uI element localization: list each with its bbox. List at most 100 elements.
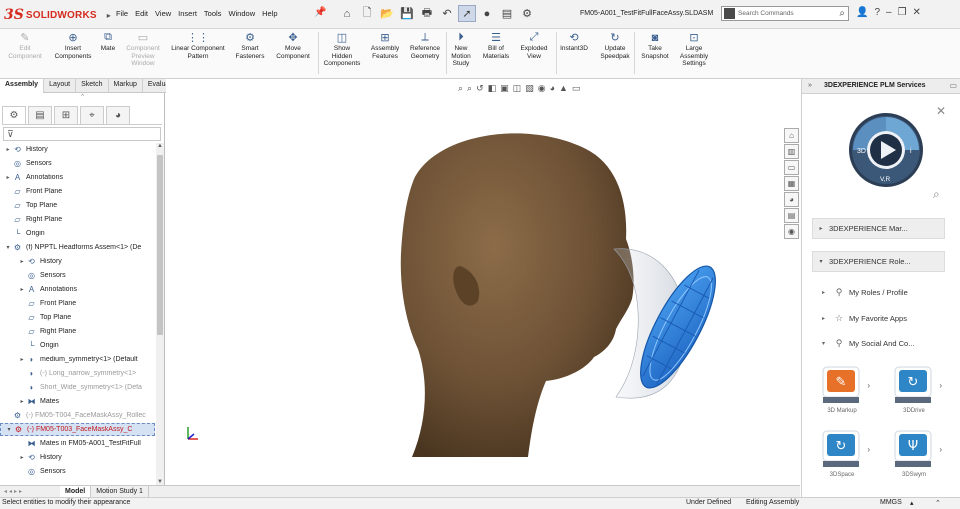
scroll-up-icon[interactable]: ▲ bbox=[156, 143, 164, 149]
zoom-to-area-icon[interactable]: ⌕ bbox=[467, 83, 472, 94]
taskpane-section-1[interactable]: ▾ 3DEXPERIENCE Role... bbox=[812, 251, 945, 272]
bottom-tab-1[interactable]: Motion Study 1 bbox=[91, 485, 149, 498]
ribbon-button-10[interactable]: ⏵ New Motion Study bbox=[448, 31, 474, 68]
hide-show-items-icon[interactable]: ◉ bbox=[538, 83, 546, 94]
select-pointer-icon[interactable]: ➚ bbox=[458, 5, 476, 22]
undo-icon[interactable]: ↶ bbox=[438, 5, 456, 22]
tab-2[interactable]: Sketch bbox=[76, 79, 109, 93]
ribbon-button-15[interactable]: ◙ Take Snapshot bbox=[638, 31, 672, 60]
close-icon[interactable]: ✕ bbox=[913, 7, 921, 18]
tree-item[interactable]: ▱ Front Plane bbox=[0, 297, 155, 310]
ribbon-button-6[interactable]: ✥ Move Component bbox=[270, 31, 316, 60]
logo-arrow-icon[interactable]: ▸ bbox=[107, 11, 111, 20]
print-icon[interactable]: 🖶 bbox=[418, 5, 436, 22]
pin-taskpane-icon[interactable]: ▭ bbox=[949, 81, 957, 90]
apply-scene-icon[interactable]: ▲ bbox=[559, 83, 568, 94]
search-commands[interactable]: Search Commands ⌕ bbox=[721, 6, 849, 21]
property-manager-tab-icon[interactable]: ▤ bbox=[28, 106, 52, 124]
tree-item[interactable]: ▱ Top Plane bbox=[0, 199, 155, 212]
tree-item[interactable]: ◎ Sensors bbox=[0, 465, 155, 478]
ribbon-button-11[interactable]: ☰ Bill of Materials bbox=[480, 31, 512, 60]
tree-item[interactable]: ◗ Short_Wide_symmetry<1> (Defa bbox=[0, 381, 155, 394]
new-document-icon[interactable]: 🗋 bbox=[358, 5, 376, 22]
bottom-tab-0[interactable]: Model bbox=[60, 485, 92, 498]
open-icon[interactable]: 📂 bbox=[378, 5, 396, 22]
view-palette-icon[interactable]: ▦ bbox=[784, 176, 799, 191]
view-settings-icon[interactable]: ▭ bbox=[572, 83, 581, 94]
section-toggle-icon[interactable]: ▸ bbox=[813, 225, 829, 232]
file-properties-icon[interactable]: ▤ bbox=[498, 5, 516, 22]
expand-toggle-icon[interactable]: ▸ bbox=[18, 454, 26, 461]
app-tile-2[interactable]: ↻ 3DSpace › bbox=[820, 429, 870, 478]
tree-item[interactable]: ▸ ◗ medium_symmetry<1> (Default bbox=[0, 353, 155, 366]
tree-item[interactable]: ▸ A Annotations bbox=[0, 283, 155, 296]
collapse-chevron-icon[interactable]: » bbox=[808, 82, 812, 89]
tree-item[interactable]: ◎ Sensors bbox=[0, 157, 155, 170]
restore-icon[interactable]: ❐ bbox=[898, 7, 907, 18]
tree-item[interactable]: ▸ ⧓ Mates bbox=[0, 395, 155, 408]
tab-0[interactable]: Assembly bbox=[0, 79, 45, 93]
ribbon-button-7[interactable]: ◫ Show Hidden Components bbox=[320, 31, 364, 68]
design-library-icon[interactable]: ▥ bbox=[784, 144, 799, 159]
item-toggle-icon[interactable]: ▸ bbox=[822, 289, 832, 296]
feature-tree-tab-icon[interactable]: ⚙ bbox=[2, 106, 26, 124]
ribbon-button-4[interactable]: ⋮⋮ Linear Component Pattern bbox=[166, 31, 230, 60]
expand-toggle-icon[interactable]: ▸ bbox=[18, 398, 26, 405]
menu-item-4[interactable]: Tools bbox=[204, 9, 229, 18]
ribbon-button-5[interactable]: ⚙ Smart Fasteners bbox=[232, 31, 268, 60]
tree-item[interactable]: ▱ Right Plane bbox=[0, 213, 155, 226]
app-tile-0[interactable]: ✎ 3D Markup › bbox=[820, 365, 870, 414]
app-tile-1[interactable]: ↻ 3DDrive › bbox=[892, 365, 942, 414]
app-tile-3[interactable]: Ψ 3DSwym › bbox=[892, 429, 942, 478]
tree-item[interactable]: ▱ Front Plane bbox=[0, 185, 155, 198]
home-icon[interactable]: ⌂ bbox=[338, 5, 356, 22]
expand-toggle-icon[interactable]: ▾ bbox=[4, 244, 12, 251]
tree-item[interactable]: ◎ Sensors bbox=[0, 269, 155, 282]
tab-1[interactable]: Layout bbox=[44, 79, 77, 93]
edit-appearance-icon[interactable]: ◕ bbox=[550, 83, 555, 94]
display-style-icon[interactable]: ▧ bbox=[525, 83, 534, 94]
search-icon[interactable]: ⌕ bbox=[839, 8, 845, 19]
menu-item-2[interactable]: View bbox=[155, 9, 178, 18]
units-selector[interactable]: MMGS bbox=[880, 499, 902, 506]
tree-item[interactable]: ⧓ Mates in FM05-A001_TestFitFull bbox=[0, 437, 155, 450]
expand-toggle-icon[interactable]: ▸ bbox=[18, 286, 26, 293]
status-customize-icon[interactable]: ▴ bbox=[910, 499, 914, 507]
appearances-icon[interactable]: ◕ bbox=[784, 192, 799, 207]
item-toggle-icon[interactable]: ▸ bbox=[822, 315, 832, 322]
close-icon[interactable]: ✕ bbox=[936, 104, 946, 118]
tree-item[interactable]: ⚙ (-) FM05-T004_FaceMaskAssy_Rollec bbox=[0, 409, 155, 422]
ribbon-button-2[interactable]: ⧉ Mate bbox=[96, 31, 120, 53]
menu-item-1[interactable]: Edit bbox=[135, 9, 155, 18]
dimxpert-tab-icon[interactable]: ⌖ bbox=[80, 106, 104, 124]
tree-scrollbar[interactable]: ▲ ▼ bbox=[156, 143, 164, 485]
minimize-icon[interactable]: – bbox=[886, 7, 892, 18]
file-explorer-icon[interactable]: ▭ bbox=[784, 160, 799, 175]
expand-toggle-icon[interactable]: ▸ bbox=[4, 146, 12, 153]
previous-view-icon[interactable]: ↺ bbox=[476, 83, 484, 94]
tree-item[interactable]: ▱ Right Plane bbox=[0, 325, 155, 338]
app-more-icon[interactable]: › bbox=[939, 445, 942, 454]
expand-toggle-icon[interactable]: ▸ bbox=[18, 356, 26, 363]
view-orientation-icon[interactable]: ◫ bbox=[513, 83, 522, 94]
tree-filter[interactable]: ⊽ bbox=[3, 127, 161, 141]
ribbon-button-1[interactable]: ⊕ Insert Components bbox=[52, 31, 94, 60]
tree-item[interactable]: ◗ (-) Long_narrow_symmetry<1> bbox=[0, 367, 155, 380]
user-icon[interactable]: 👤 bbox=[856, 7, 868, 18]
tree-item[interactable]: ▸ ⟲ History bbox=[0, 451, 155, 464]
taskpane-item-2[interactable]: ▾ ⚲ My Social And Co... bbox=[822, 336, 914, 350]
dynamic-annotation-icon[interactable]: ▣ bbox=[500, 83, 509, 94]
scroll-thumb[interactable] bbox=[157, 155, 163, 335]
pin-icon[interactable]: 📌 bbox=[314, 7, 326, 18]
save-icon[interactable]: 💾 bbox=[398, 5, 416, 22]
ribbon-button-8[interactable]: ⊞ Assembly Features bbox=[368, 31, 402, 60]
tree-item[interactable]: ▾ ⚙ (-) FM05-T003_FaceMaskAssy_C bbox=[0, 423, 155, 436]
app-more-icon[interactable]: › bbox=[867, 445, 870, 454]
expand-toggle-icon[interactable]: ▸ bbox=[18, 258, 26, 265]
panel-grip[interactable]: ⌃ bbox=[0, 93, 165, 105]
item-toggle-icon[interactable]: ▾ bbox=[822, 340, 832, 347]
search-icon[interactable]: ⌕ bbox=[933, 187, 940, 202]
ribbon-button-16[interactable]: ⊡ Large Assembly Settings bbox=[676, 31, 712, 68]
status-expand-icon[interactable]: ⌃ bbox=[935, 499, 941, 507]
tree-item[interactable]: └ Origin bbox=[0, 227, 155, 240]
